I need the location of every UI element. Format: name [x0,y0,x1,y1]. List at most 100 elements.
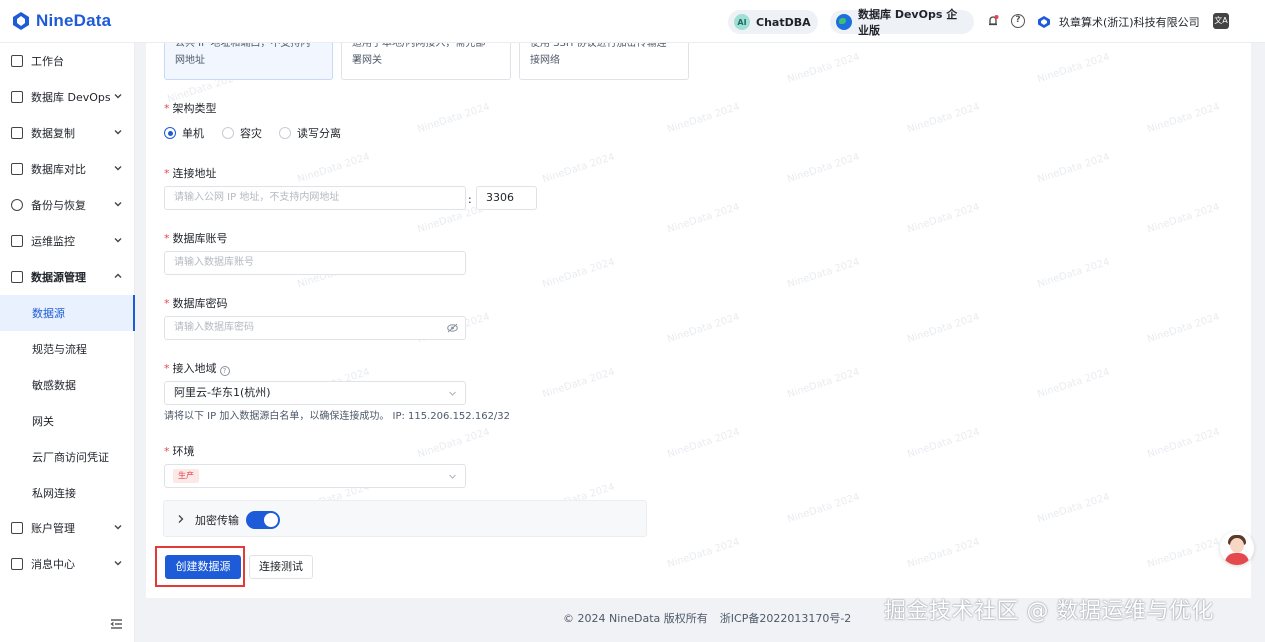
chatdba-button[interactable]: AI ChatDBA [728,10,818,34]
card-desc-line2: 署网关 [352,55,382,66]
edition-label: 数据库 DevOps 企业版 [858,8,958,37]
sidebar-subitem-cloud-credentials[interactable]: 云厂商访问凭证 [0,439,135,475]
sidebar-item-workbench[interactable]: 工作台 [0,43,135,79]
encryption-panel: 加密传输 [163,500,647,537]
arch-option-dr[interactable]: 容灾 [222,125,262,141]
language-switch-icon[interactable]: 文A [1213,13,1229,29]
globe-icon [836,14,852,30]
environment-label: * 环境 [164,445,195,458]
arch-option-single[interactable]: 单机 [164,125,204,141]
chevron-down-icon [114,202,122,207]
environment-tag-production: 生产 [173,469,199,483]
address-input[interactable]: 请输入公网 IP 地址，不支持内网地址 [164,186,466,210]
help-icon[interactable]: ? [1011,14,1025,28]
sidebar: 工作台 数据库 DevOps 数据复制 数据库对比 备份与恢复 运维监控 数据源… [0,43,135,642]
chevron-right-icon[interactable] [176,514,185,524]
watermark: NineData 2024 [666,311,742,346]
support-avatar-button[interactable] [1220,531,1254,565]
chevron-down-icon [449,474,456,479]
radio-unchecked-icon [222,127,234,139]
sidebar-subitem-gateway[interactable]: 网关 [0,403,135,439]
sidebar-subitem-datasource[interactable]: 数据源 [0,295,135,331]
connection-type-card-ssh[interactable]: 使用 SSH 协议进行加密传输连 接网络 [519,43,689,80]
monitor-icon [11,91,23,103]
company-switcher[interactable]: 玖章算术(浙江)科技有限公司 [1037,14,1200,30]
environment-select[interactable]: 生产 [164,464,466,488]
watermark: NineData 2024 [666,536,742,571]
sidebar-item-label: 工作台 [31,55,64,68]
sidebar-item-monitoring[interactable]: 运维监控 [0,223,135,259]
sidebar-item-label: 备份与恢复 [31,199,86,212]
chevron-up-icon [114,273,122,278]
sidebar-item-label: 数据库对比 [31,163,86,176]
chevron-down-icon [114,166,122,171]
icp-link[interactable]: 浙ICP备2022013170号-2 [720,610,852,626]
sidebar-item-backup[interactable]: 备份与恢复 [0,187,135,223]
brand-logo[interactable]: NineData [12,11,111,31]
mail-icon [11,558,23,570]
company-name: 玖章算术(浙江)科技有限公司 [1059,16,1200,29]
chevron-down-icon [114,94,122,99]
sidebar-item-replication[interactable]: 数据复制 [0,115,135,151]
watermark: NineData 2024 [1146,101,1222,136]
create-datasource-button[interactable]: 创建数据源 [165,555,241,579]
account-input[interactable]: 请输入数据库账号 [164,251,466,275]
arch-option-rw-split[interactable]: 读写分离 [279,125,341,141]
sidebar-subitem-sensitive-data[interactable]: 敏感数据 [0,367,135,403]
sidebar-item-account[interactable]: 账户管理 [0,510,135,546]
radio-unchecked-icon [279,127,291,139]
sidebar-item-label: 消息中心 [31,558,75,571]
avatar-body [1225,553,1249,565]
watermark: NineData 2024 [786,256,862,291]
region-select[interactable]: 阿里云-华东1(杭州) [164,381,466,405]
watermark: NineData 2024 [541,366,617,401]
main-content: NineData 2024 NineData 2024 NineData 202… [146,43,1251,598]
region-label: * 接入地域? [164,360,230,376]
card-desc-line1: 公共 IP 地址和端口，不支持内 [175,43,311,49]
watermark: NineData 2024 [541,151,617,186]
eye-hidden-icon[interactable] [447,323,458,333]
watermark: NineData 2024 [666,101,742,136]
collapse-sidebar-icon[interactable] [110,618,123,630]
account-icon [11,522,23,534]
test-connection-button[interactable]: 连接测试 [249,555,313,579]
watermark: NineData 2024 [416,101,492,136]
encryption-label: 加密传输 [195,514,239,527]
sidebar-subitem-standards[interactable]: 规范与流程 [0,331,135,367]
sidebar-item-datasource-management[interactable]: 数据源管理 [0,259,135,295]
whitelist-hint: 请将以下 IP 加入数据源白名单，以确保连接成功。 IP: 115.206.15… [164,411,511,422]
ninedata-logo-icon [13,12,29,30]
watermark: NineData 2024 [906,426,982,461]
copyright-text: © 2024 NineData 版权所有 [563,612,708,625]
sidebar-subitem-private-link[interactable]: 私网连接 [0,475,135,511]
connection-type-card-public[interactable]: 公共 IP 地址和端口，不支持内 网地址 [164,43,333,80]
ai-icon: AI [734,14,750,30]
help-circle-icon[interactable]: ? [219,366,230,376]
compare-icon [11,163,23,175]
watermark: NineData 2024 [906,536,982,571]
watermark: NineData 2024 [541,256,617,291]
watermark: NineData 2024 [296,151,372,186]
card-desc-line2: 接网络 [530,55,560,66]
overlay-watermark-text: 掘金技术社区 @ 数据运维与优化 [884,599,1214,624]
top-header: NineData AI ChatDBA 数据库 DevOps 企业版 ? 玖章算… [0,0,1265,43]
encryption-toggle[interactable] [246,511,280,529]
sidebar-item-devops[interactable]: 数据库 DevOps [0,79,135,115]
watermark: NineData 2024 [786,51,862,86]
watermark: NineData 2024 [1146,426,1222,461]
watermark: NineData 2024 [786,491,862,526]
password-input[interactable]: 请输入数据库密码 [164,316,466,340]
watermark: NineData 2024 [1036,491,1112,526]
sidebar-item-label: 数据复制 [31,127,75,140]
edition-switch-button[interactable]: 数据库 DevOps 企业版 [830,8,974,37]
cloud-icon [11,199,23,211]
port-input[interactable]: 3306 [476,186,537,210]
notification-bell-icon[interactable] [986,14,1000,28]
sidebar-item-messages[interactable]: 消息中心 [0,546,135,582]
password-label: * 数据库密码 [164,297,228,310]
card-desc-line1: 使用 SSH 协议进行加密传输连 [530,43,667,49]
sidebar-item-compare[interactable]: 数据库对比 [0,151,135,187]
footer: © 2024 NineData 版权所有 浙ICP备2022013170号-2 [563,610,851,626]
alarm-icon [11,235,23,247]
connection-type-card-gateway[interactable]: 适用于本地/内网接入，需先部 署网关 [341,43,511,80]
